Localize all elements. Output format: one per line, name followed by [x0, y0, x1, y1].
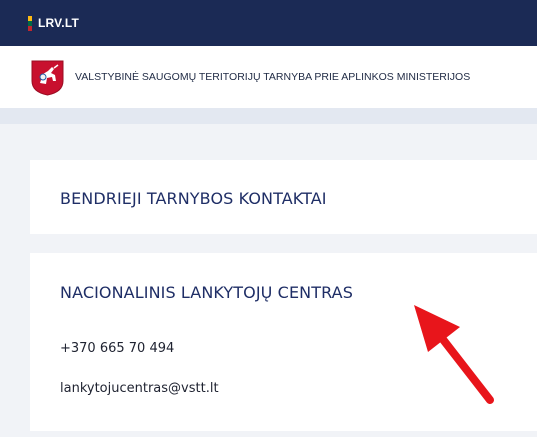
visitor-center-title[interactable]: NACIONALINIS LANKYTOJŲ CENTRAS — [60, 283, 353, 302]
institution-name: VALSTYBINĖ SAUGOMŲ TERITORIJŲ TARNYBA PR… — [75, 70, 471, 83]
institution-header[interactable]: VALSTYBINĖ SAUGOMŲ TERITORIJŲ TARNYBA PR… — [0, 46, 537, 108]
general-contacts-title[interactable]: BENDRIEJI TARNYBOS KONTAKTAI — [60, 189, 327, 208]
top-bar: LRV.LT — [0, 0, 537, 46]
visitor-center-phone-link[interactable]: +370 665 70 494 — [60, 341, 174, 356]
header-divider-band — [0, 108, 537, 124]
lrv-home-link[interactable]: LRV.LT — [38, 16, 79, 30]
general-contacts-card[interactable]: BENDRIEJI TARNYBOS KONTAKTAI — [30, 160, 537, 234]
visitor-center-card: NACIONALINIS LANKYTOJŲ CENTRAS +370 665 … — [30, 253, 537, 431]
visitor-center-email-link[interactable]: lankytojucentras@vstt.lt — [60, 381, 219, 396]
lithuanian-flag-icon — [28, 15, 32, 31]
vytis-coat-of-arms-icon — [31, 60, 64, 96]
